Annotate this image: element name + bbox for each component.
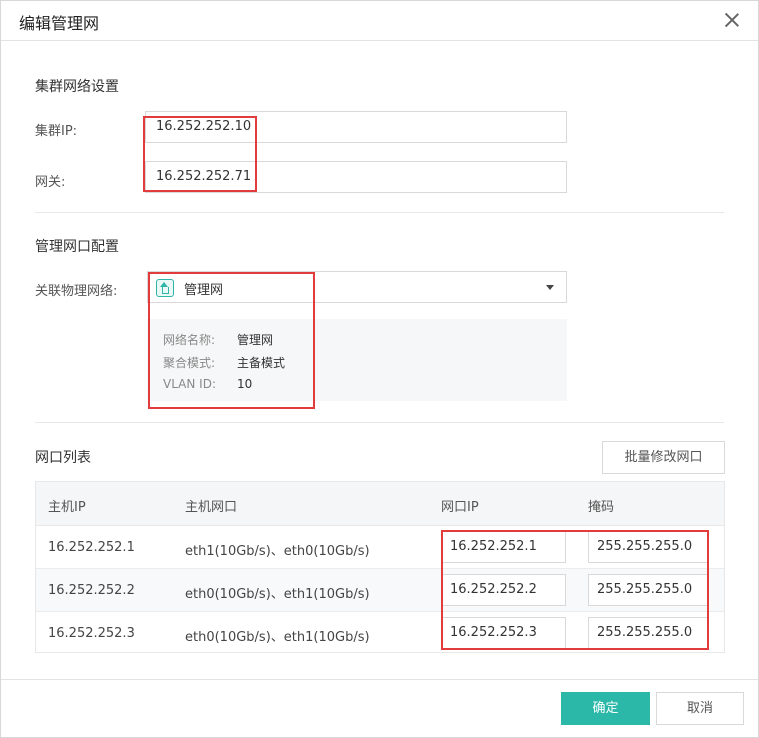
host-ports-cell: eth1(10Gb/s)、eth0(10Gb/s) bbox=[185, 544, 370, 559]
table-row: 16.252.252.2 eth0(10Gb/s)、eth1(10Gb/s) 1… bbox=[36, 569, 724, 612]
section-divider bbox=[35, 422, 724, 423]
port-ip-input[interactable]: 16.252.252.2 bbox=[441, 574, 566, 606]
info-label-bond-mode: 聚合模式: bbox=[163, 356, 216, 370]
gateway-label: 网关: bbox=[35, 175, 66, 190]
close-icon[interactable] bbox=[722, 10, 742, 30]
column-mask: 掩码 bbox=[588, 500, 615, 515]
info-value-vlan-id: 10 bbox=[237, 377, 253, 391]
mgmt-section-title: 管理网口配置 bbox=[35, 239, 119, 255]
mask-input[interactable]: 255.255.255.0 bbox=[588, 574, 708, 606]
port-ip-input[interactable]: 16.252.252.3 bbox=[441, 617, 566, 649]
edit-management-network-dialog: 编辑管理网 集群网络设置 集群IP: 16.252.252.10 网关: 16.… bbox=[0, 0, 759, 738]
table-row: 16.252.252.3 eth0(10Gb/s)、eth1(10Gb/s) 1… bbox=[36, 612, 724, 655]
confirm-button[interactable]: 确定 bbox=[561, 692, 650, 725]
cluster-section-title: 集群网络设置 bbox=[35, 79, 119, 95]
table-row: 16.252.252.1 eth1(10Gb/s)、eth0(10Gb/s) 1… bbox=[36, 526, 724, 569]
cluster-ip-input[interactable]: 16.252.252.10 bbox=[145, 111, 567, 143]
dialog-header: 编辑管理网 bbox=[1, 1, 758, 41]
caret-down-icon[interactable] bbox=[546, 285, 554, 290]
network-info-panel: 网络名称: 管理网 聚合模式: 主备模式 VLAN ID: 10 bbox=[147, 319, 567, 401]
batch-edit-ports-button[interactable]: 批量修改网口 bbox=[602, 441, 725, 474]
host-ip-cell: 16.252.252.3 bbox=[48, 626, 135, 641]
column-port-ip: 网口IP bbox=[441, 500, 479, 515]
info-label-vlan-id: VLAN ID: bbox=[163, 377, 216, 391]
physical-network-label: 关联物理网络: bbox=[35, 284, 118, 299]
host-ports-cell: eth0(10Gb/s)、eth1(10Gb/s) bbox=[185, 630, 370, 645]
ports-table: 主机IP 主机网口 网口IP 掩码 16.252.252.1 eth1(10Gb… bbox=[35, 481, 725, 653]
column-host-ip: 主机IP bbox=[48, 500, 86, 515]
physical-network-select[interactable]: 管理网 bbox=[147, 271, 567, 303]
host-ip-cell: 16.252.252.1 bbox=[48, 540, 135, 555]
info-label-network-name: 网络名称: bbox=[163, 333, 216, 347]
mask-input[interactable]: 255.255.255.0 bbox=[588, 531, 708, 563]
info-value-network-name: 管理网 bbox=[237, 333, 274, 347]
gateway-input[interactable]: 16.252.252.71 bbox=[145, 161, 567, 193]
info-value-bond-mode: 主备模式 bbox=[237, 356, 286, 370]
footer-divider bbox=[1, 679, 758, 680]
host-ports-cell: eth0(10Gb/s)、eth1(10Gb/s) bbox=[185, 587, 370, 602]
cancel-button[interactable]: 取消 bbox=[656, 692, 744, 725]
column-host-ports: 主机网口 bbox=[185, 500, 238, 515]
dialog-title: 编辑管理网 bbox=[19, 14, 100, 33]
port-ip-input[interactable]: 16.252.252.1 bbox=[441, 531, 566, 563]
cluster-ip-label: 集群IP: bbox=[35, 124, 78, 139]
host-ip-cell: 16.252.252.2 bbox=[48, 583, 135, 598]
network-home-icon bbox=[156, 279, 174, 297]
table-header: 主机IP 主机网口 网口IP 掩码 bbox=[36, 482, 724, 526]
physical-network-value: 管理网 bbox=[184, 283, 224, 298]
ports-section-title: 网口列表 bbox=[35, 450, 91, 466]
mask-input[interactable]: 255.255.255.0 bbox=[588, 617, 708, 649]
section-divider bbox=[35, 212, 724, 213]
